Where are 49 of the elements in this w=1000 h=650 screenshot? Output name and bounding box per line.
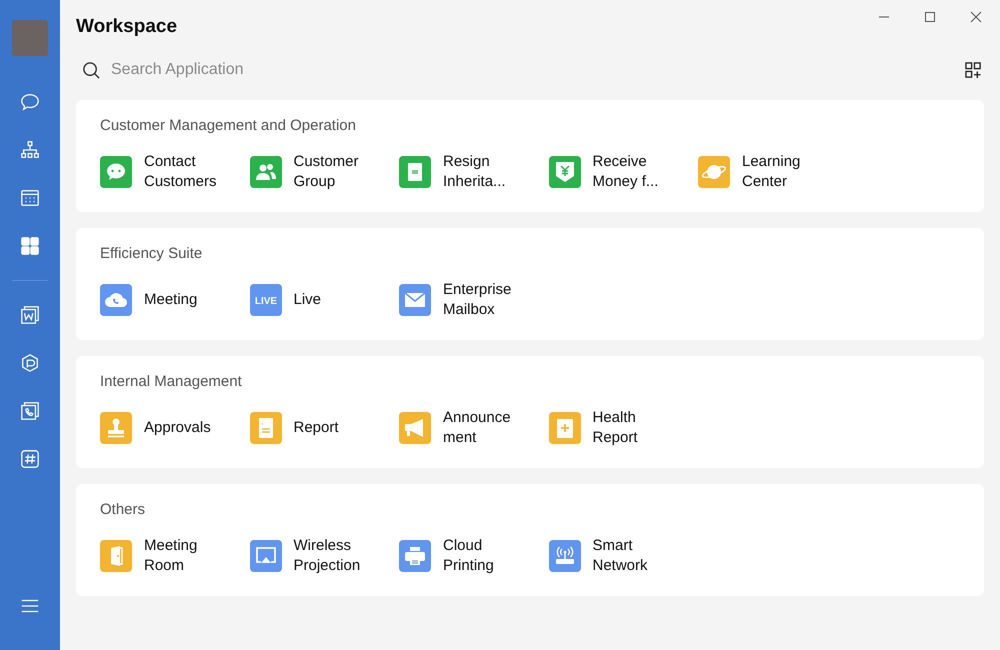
cloud-phone-icon[interactable] bbox=[100, 284, 132, 316]
grid-icon[interactable] bbox=[20, 236, 40, 256]
yen-shield-icon[interactable] bbox=[548, 156, 580, 188]
people-icon[interactable] bbox=[250, 156, 282, 188]
org-chart-icon[interactable] bbox=[20, 140, 40, 160]
add-app-icon[interactable] bbox=[965, 62, 982, 78]
clipboard-plus-icon[interactable] bbox=[548, 412, 580, 444]
search-field[interactable]: Search Application bbox=[76, 60, 353, 80]
stamp-icon[interactable] bbox=[100, 412, 132, 444]
window-title: Workspace bbox=[76, 16, 178, 38]
envelope-icon[interactable] bbox=[399, 284, 431, 316]
app-name[interactable]: Customer Group bbox=[294, 152, 359, 192]
search-icon bbox=[82, 60, 101, 80]
app-name[interactable]: Enterprise Mailbox bbox=[443, 280, 512, 320]
section-title: Customer Management and Operation bbox=[100, 116, 357, 136]
screen-cast-icon[interactable] bbox=[250, 540, 282, 572]
hexagon-icon[interactable] bbox=[20, 353, 40, 373]
section-title: Efficiency Suite bbox=[100, 244, 204, 264]
app-name[interactable]: Resign Inherita... bbox=[443, 152, 506, 192]
chat-bubble-icon[interactable] bbox=[20, 92, 40, 112]
app-name[interactable]: Meeting bbox=[144, 290, 198, 310]
close-icon[interactable] bbox=[970, 11, 982, 23]
section-title: Others bbox=[100, 500, 146, 520]
app-name[interactable]: Wireless Projection bbox=[294, 536, 360, 576]
app-name[interactable]: Live bbox=[294, 290, 322, 310]
app-name[interactable]: Cloud Printing bbox=[443, 536, 494, 576]
app-name[interactable]: Report bbox=[294, 418, 339, 438]
hash-icon[interactable] bbox=[20, 449, 40, 469]
phone-icon[interactable] bbox=[20, 401, 40, 421]
app-name[interactable]: Smart Network bbox=[592, 536, 648, 576]
document-icon[interactable] bbox=[20, 305, 40, 325]
app-name[interactable]: Learning Center bbox=[742, 152, 800, 192]
document-icon[interactable] bbox=[399, 156, 431, 188]
app-name[interactable]: Contact Customers bbox=[144, 152, 217, 192]
app-name[interactable]: Receive Money f... bbox=[592, 152, 658, 192]
megaphone-icon[interactable] bbox=[399, 412, 431, 444]
planet-icon[interactable] bbox=[698, 156, 730, 188]
app-name[interactable]: Meeting Room bbox=[144, 536, 198, 576]
report-icon[interactable] bbox=[250, 412, 282, 444]
app-name[interactable]: Health Report bbox=[592, 408, 638, 448]
maximize-icon[interactable] bbox=[924, 11, 936, 23]
calendar-icon[interactable] bbox=[20, 188, 40, 208]
door-icon[interactable] bbox=[100, 540, 132, 572]
app-name[interactable]: Announce ment bbox=[443, 408, 511, 448]
printer-icon[interactable] bbox=[399, 540, 431, 572]
chat-bubble-icon[interactable] bbox=[100, 156, 132, 188]
app-name[interactable]: Approvals bbox=[144, 418, 211, 438]
router-icon[interactable] bbox=[548, 540, 580, 572]
section-title: Internal Management bbox=[100, 372, 243, 392]
